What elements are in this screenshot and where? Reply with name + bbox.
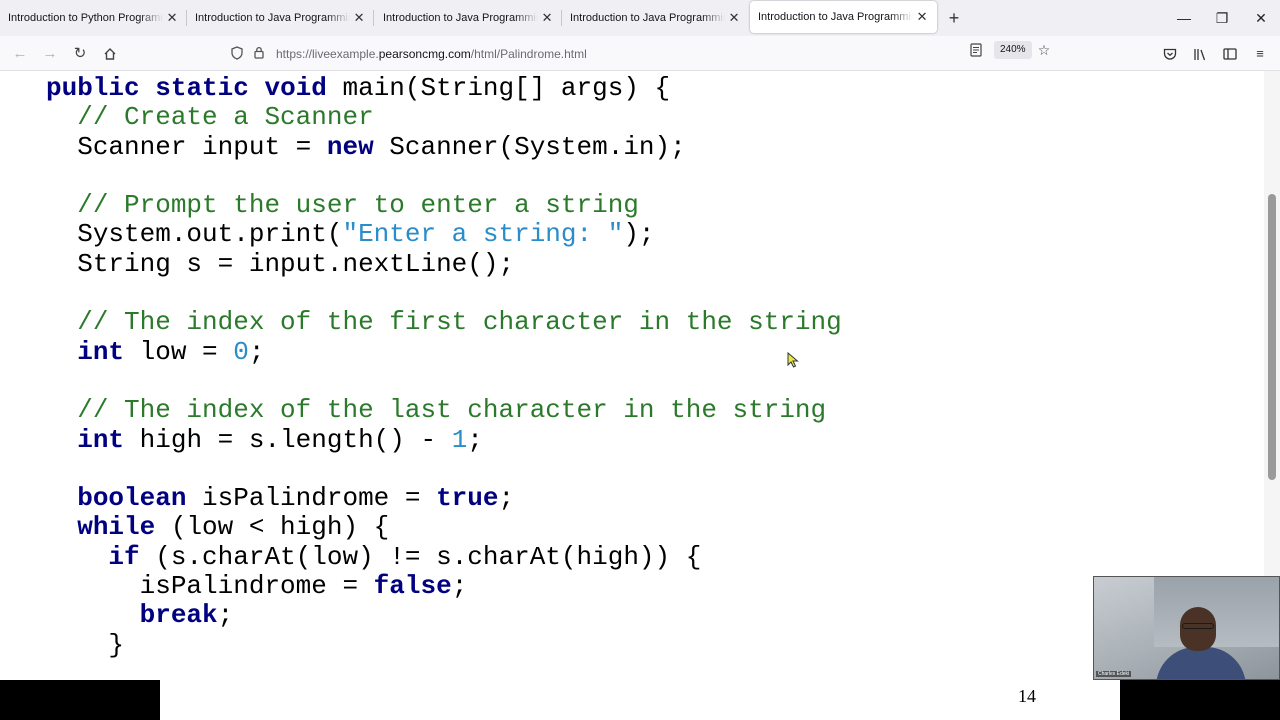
code-text: (s.charAt(low) != s.charAt(high)) { bbox=[139, 541, 702, 572]
url-text: https://liveexample.pearsoncmg.com/html/… bbox=[276, 47, 587, 61]
code-text: ; bbox=[467, 424, 483, 455]
reader-view-icon[interactable] bbox=[968, 43, 984, 59]
keyword: break bbox=[139, 600, 218, 631]
code-text: ; bbox=[451, 571, 468, 602]
url-bar[interactable]: https://liveexample.pearsoncmg.com/html/… bbox=[222, 41, 1058, 67]
library-icon[interactable] bbox=[1190, 44, 1210, 64]
close-icon[interactable]: ✕ bbox=[915, 9, 929, 25]
letterbox-right bbox=[1120, 680, 1280, 720]
tab-java-intro-2[interactable]: Introduction to Java Programming and Dat… bbox=[375, 0, 562, 36]
code-text: ; bbox=[248, 336, 265, 367]
close-icon[interactable]: ✕ bbox=[540, 10, 554, 26]
code-text: (low < high) { bbox=[155, 512, 390, 543]
zoom-level-button[interactable]: 240% bbox=[994, 41, 1032, 59]
tab-title: Introduction to Java Programming and Dat… bbox=[758, 11, 913, 23]
code-text: } bbox=[108, 629, 125, 660]
url-domain: pearsoncmg.com bbox=[378, 47, 471, 61]
code-text: main(String[] args) { bbox=[326, 73, 671, 103]
slide-footer bbox=[160, 680, 1120, 720]
keyword: while bbox=[77, 512, 156, 543]
code-text: high = s.length() - bbox=[124, 424, 452, 455]
string-literal: "Enter a string: " bbox=[342, 219, 624, 250]
sidebar-icon[interactable] bbox=[1220, 44, 1240, 64]
close-icon[interactable]: ✕ bbox=[165, 10, 179, 26]
number-literal: 1 bbox=[451, 424, 468, 455]
presenter-name: Charles Edeki bbox=[1096, 671, 1132, 677]
hamburger-menu-icon[interactable]: ≡ bbox=[1250, 44, 1270, 64]
keyword: if bbox=[108, 541, 140, 572]
tab-title: Introduction to Python Programming and D… bbox=[8, 12, 163, 24]
star-icon[interactable]: ☆ bbox=[1036, 42, 1052, 58]
keyword: void bbox=[264, 73, 327, 103]
url-path: /html/Palindrome.html bbox=[470, 47, 587, 61]
letterbox-left bbox=[0, 680, 160, 720]
minimize-icon[interactable]: — bbox=[1174, 8, 1194, 28]
keyword: true bbox=[436, 483, 499, 514]
pocket-icon[interactable] bbox=[1160, 44, 1180, 64]
keyword: boolean bbox=[77, 483, 187, 514]
code-text: String s = input.nextLine(); bbox=[77, 248, 515, 279]
close-icon[interactable]: ✕ bbox=[727, 10, 741, 26]
navigation-toolbar: ← → ↻ https://liveexample.pearsoncmg.com… bbox=[0, 36, 1280, 71]
presenter-body bbox=[1156, 647, 1246, 679]
page-content: public static void main(String[] args) {… bbox=[0, 71, 1264, 680]
code-text: isPalindrome = bbox=[139, 571, 374, 602]
arrow-right-icon[interactable]: → bbox=[40, 44, 60, 64]
tab-python-intro[interactable]: Introduction to Python Programming and D… bbox=[0, 0, 187, 36]
tab-java-intro-3[interactable]: Introduction to Java Programming and Dat… bbox=[562, 0, 749, 36]
presenter-head bbox=[1180, 607, 1216, 651]
code-text: isPalindrome = bbox=[186, 483, 437, 514]
code-comment: // The index of the last character in th… bbox=[77, 395, 827, 426]
arrow-left-icon[interactable]: ← bbox=[10, 44, 30, 64]
code-text: Scanner(System.in); bbox=[373, 131, 686, 162]
code-text: ); bbox=[623, 219, 655, 250]
code-comment: // Prompt the user to enter a string bbox=[77, 190, 639, 221]
scrollbar-thumb[interactable] bbox=[1268, 194, 1276, 480]
presenter-glasses bbox=[1182, 623, 1214, 629]
code-line-1: public static void main(String[] args) { bbox=[46, 73, 670, 103]
keyword: int bbox=[77, 336, 125, 367]
reload-icon[interactable]: ↻ bbox=[70, 44, 90, 64]
tab-java-intro-active[interactable]: Introduction to Java Programming and Dat… bbox=[750, 1, 937, 33]
tab-java-intro-1[interactable]: Introduction to Java Programming and Dat… bbox=[187, 0, 374, 36]
lock-icon[interactable] bbox=[250, 46, 268, 62]
plus-icon[interactable]: + bbox=[944, 8, 964, 28]
code-text: low = bbox=[124, 336, 234, 367]
code-text: ; bbox=[498, 483, 515, 514]
keyword: false bbox=[373, 571, 452, 602]
slide-page-number: 14 bbox=[1018, 686, 1036, 706]
tab-title: Introduction to Java Programming and Dat… bbox=[383, 12, 538, 24]
tab-strip: Introduction to Python Programming and D… bbox=[0, 0, 1280, 36]
number-literal: 0 bbox=[233, 336, 249, 367]
code-comment: // Create a Scanner bbox=[77, 102, 374, 133]
restore-icon[interactable]: ❐ bbox=[1212, 8, 1232, 28]
whiteboard-background bbox=[1154, 577, 1279, 647]
tab-title: Introduction to Java Programming and Dat… bbox=[570, 12, 725, 24]
presenter-video-thumbnail[interactable]: Charles Edeki bbox=[1093, 576, 1280, 680]
shield-icon[interactable] bbox=[228, 45, 246, 63]
keyword: public bbox=[46, 73, 140, 103]
tab-title: Introduction to Java Programming and Dat… bbox=[195, 12, 350, 24]
url-prefix: https://liveexample. bbox=[276, 47, 379, 61]
code-text: Scanner input = bbox=[77, 131, 327, 162]
code-listing: public static void main(String[] args) {… bbox=[46, 73, 842, 660]
keyword: int bbox=[77, 424, 125, 455]
code-comment: // The index of the first character in t… bbox=[77, 307, 842, 338]
home-icon[interactable] bbox=[100, 44, 120, 64]
window-close-icon[interactable]: ✕ bbox=[1251, 8, 1271, 28]
code-text: System.out.print( bbox=[77, 219, 343, 250]
keyword: new bbox=[326, 131, 374, 162]
close-icon[interactable]: ✕ bbox=[352, 10, 366, 26]
mouse-cursor-icon bbox=[787, 352, 799, 368]
keyword: static bbox=[155, 73, 249, 103]
code-text: ; bbox=[217, 600, 234, 631]
